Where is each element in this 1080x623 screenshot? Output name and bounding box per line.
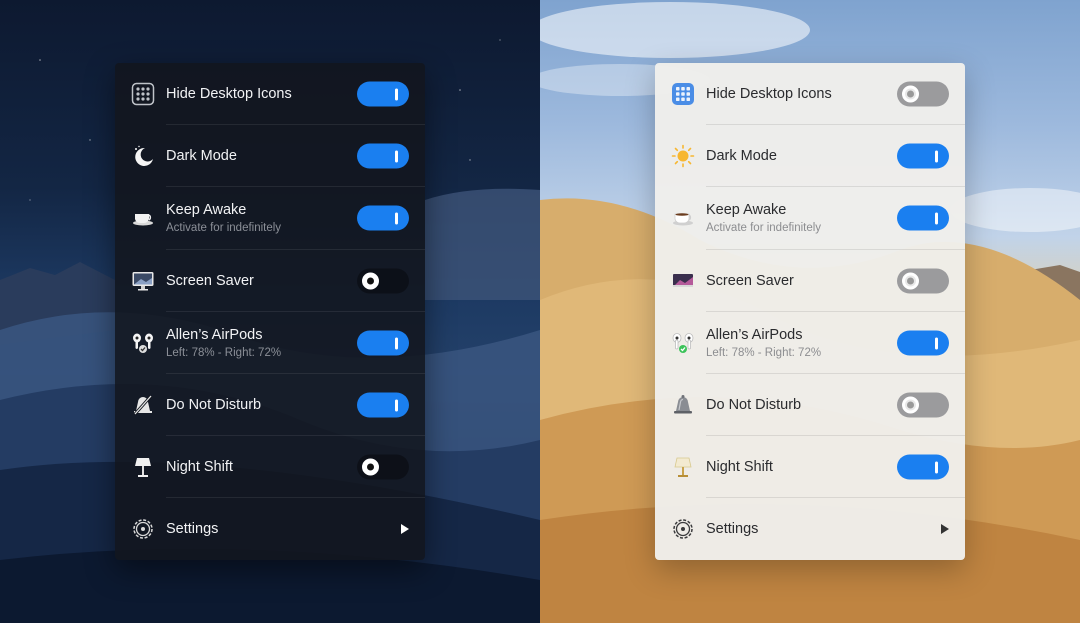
grid-icon (671, 82, 695, 106)
menu-row-hide-desktop-icons[interactable]: Hide Desktop Icons (115, 63, 425, 126)
dark-mode-toggle[interactable] (897, 143, 949, 169)
menu-row-keep-awake[interactable]: Keep Awake Activate for indefinitely (115, 187, 425, 250)
airpods-icon (131, 331, 155, 355)
keep-awake-toggle[interactable] (357, 205, 409, 231)
do-not-disturb-toggle[interactable] (897, 392, 949, 418)
gear-icon (131, 517, 155, 541)
menu-row-dark-mode[interactable]: Dark Mode (115, 125, 425, 188)
hide-desktop-icons-toggle[interactable] (357, 81, 409, 107)
menu-row-label: Allen’s AirPods (706, 326, 803, 343)
keep-awake-toggle[interactable] (897, 205, 949, 231)
menu-row-label: Keep Awake (166, 202, 247, 219)
do-not-disturb-toggle[interactable] (357, 392, 409, 418)
menu-row-night-shift[interactable]: Night Shift (115, 436, 425, 499)
dark-menu-panel: Hide Desktop Icons Dark Mode Keep Awake … (115, 63, 425, 560)
bell-slash-icon (131, 393, 155, 417)
menu-row-sublabel: Left: 78% - Right: 72% (166, 346, 282, 359)
menu-row-label: Night Shift (166, 459, 233, 476)
menu-row-airpods[interactable]: Allen’s AirPods Left: 78% - Right: 72% (655, 312, 965, 375)
menu-row-label: Do Not Disturb (166, 397, 262, 414)
menu-row-label: Hide Desktop Icons (166, 86, 292, 103)
coffee-cup-icon (131, 206, 155, 230)
sun-icon (671, 144, 695, 168)
menu-row-airpods[interactable]: Allen’s AirPods Left: 78% - Right: 72% (115, 312, 425, 375)
monitor-icon (131, 269, 155, 293)
menu-row-sublabel: Left: 78% - Right: 72% (706, 346, 822, 359)
menu-row-do-not-disturb[interactable]: Do Not Disturb (655, 374, 965, 437)
bell-icon (671, 393, 695, 417)
monitor-icon (671, 269, 695, 293)
menu-row-label: Dark Mode (706, 148, 777, 165)
moon-icon (131, 144, 155, 168)
menu-row-screen-saver[interactable]: Screen Saver (115, 250, 425, 312)
menu-row-sublabel: Activate for indefinitely (166, 222, 282, 235)
screen-saver-toggle[interactable] (357, 268, 409, 294)
menu-row-label: Dark Mode (166, 148, 237, 165)
menu-row-screen-saver[interactable]: Screen Saver (655, 250, 965, 312)
hide-desktop-icons-toggle[interactable] (897, 81, 949, 107)
menu-row-settings[interactable]: Settings (115, 498, 425, 560)
menu-row-sublabel: Activate for indefinitely (706, 222, 822, 235)
chevron-right-icon[interactable] (401, 524, 409, 535)
menu-row-label: Do Not Disturb (706, 397, 802, 414)
dark-mode-toggle[interactable] (357, 143, 409, 169)
menu-row-hide-desktop-icons[interactable]: Hide Desktop Icons (655, 63, 965, 126)
lamp-icon (131, 455, 155, 479)
menu-row-dark-mode[interactable]: Dark Mode (655, 125, 965, 188)
menu-row-label: Hide Desktop Icons (706, 86, 832, 103)
grid-icon (131, 82, 155, 106)
menu-row-keep-awake[interactable]: Keep Awake Activate for indefinitely (655, 187, 965, 250)
menu-row-label: Night Shift (706, 459, 773, 476)
coffee-cup-icon (671, 206, 695, 230)
menu-row-night-shift[interactable]: Night Shift (655, 436, 965, 499)
airpods-toggle[interactable] (897, 330, 949, 356)
night-shift-toggle[interactable] (897, 454, 949, 480)
menu-row-label: Settings (706, 521, 759, 538)
menu-row-label: Screen Saver (166, 272, 254, 289)
screen-saver-toggle[interactable] (897, 268, 949, 294)
menu-row-label: Screen Saver (706, 272, 794, 289)
menu-row-label: Allen’s AirPods (166, 326, 263, 343)
chevron-right-icon[interactable] (941, 524, 949, 535)
airpods-toggle[interactable] (357, 330, 409, 356)
gear-icon (671, 517, 695, 541)
lamp-icon (671, 455, 695, 479)
menu-row-do-not-disturb[interactable]: Do Not Disturb (115, 374, 425, 437)
menu-row-label: Settings (166, 521, 219, 538)
menu-row-label: Keep Awake (706, 202, 787, 219)
menu-row-settings[interactable]: Settings (655, 498, 965, 560)
light-menu-panel: Hide Desktop Icons Dark Mode Keep Awake … (655, 63, 965, 560)
night-shift-toggle[interactable] (357, 454, 409, 480)
airpods-icon (671, 331, 695, 355)
